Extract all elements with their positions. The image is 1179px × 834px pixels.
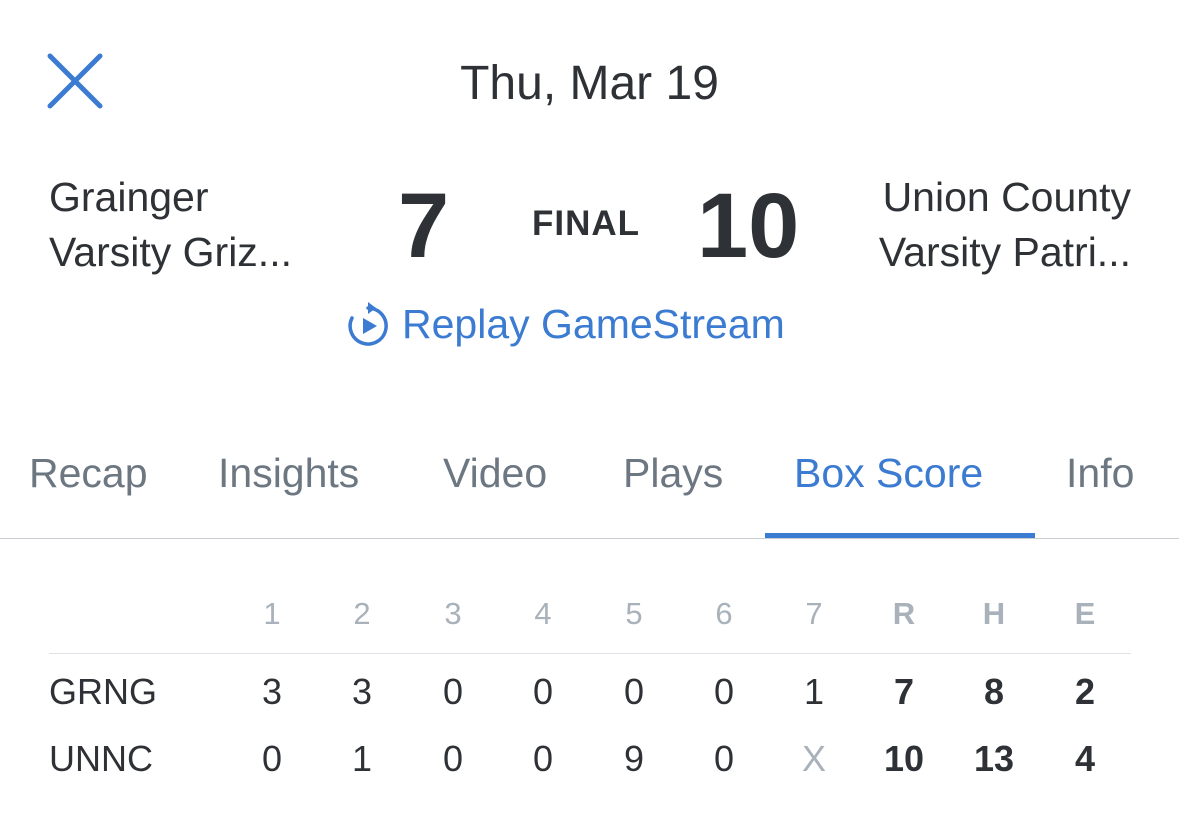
inning-score: 0 [442, 671, 464, 712]
home-team-name[interactable]: Union County Varsity Patri... [879, 170, 1131, 280]
away-team-name-line2: Varsity Griz... [49, 229, 292, 275]
inning-score: 3 [351, 671, 373, 712]
inning-score: 0 [442, 738, 464, 779]
tab-box-score[interactable]: Box Score [794, 450, 983, 497]
hits-total: 8 [983, 671, 1005, 712]
replay-icon [348, 302, 388, 346]
table-divider [49, 653, 1131, 654]
inning-score: 1 [803, 671, 825, 712]
tab-bar: Recap Insights Video Plays Box Score Inf… [0, 440, 1179, 539]
home-team-name-line2: Varsity Patri... [878, 229, 1131, 275]
header-inning-7: 7 [805, 596, 823, 631]
header-inning-3: 3 [444, 596, 462, 631]
errors-total: 2 [1074, 671, 1096, 712]
header-inning-6: 6 [715, 596, 733, 631]
away-score: 7 [398, 175, 450, 277]
row-team-label: GRNG [49, 671, 157, 712]
inning-score-not-played: X [801, 738, 827, 779]
header-inning-1: 1 [263, 596, 281, 631]
row-team-label: UNNC [49, 738, 153, 779]
away-team-name[interactable]: Grainger Varsity Griz... [49, 170, 292, 280]
errors-total: 4 [1074, 738, 1096, 779]
hits-total: 13 [973, 738, 1015, 779]
header-hits: H [982, 596, 1006, 631]
inning-score: 0 [713, 738, 735, 779]
home-team-name-line1: Union County [882, 174, 1131, 220]
inning-score: 0 [261, 738, 283, 779]
active-tab-indicator [765, 533, 1035, 538]
header-inning-2: 2 [353, 596, 371, 631]
game-date: Thu, Mar 19 [460, 57, 719, 110]
tab-video[interactable]: Video [443, 450, 547, 497]
header-inning-4: 4 [534, 596, 552, 631]
replay-gamestream-label: Replay GameStream [402, 300, 785, 347]
inning-score: 0 [713, 671, 735, 712]
tab-insights[interactable]: Insights [218, 450, 359, 497]
header-runs: R [892, 596, 916, 631]
home-score: 10 [697, 175, 800, 277]
replay-gamestream-button[interactable]: Replay GameStream [346, 300, 785, 348]
header-inning-5: 5 [625, 596, 643, 631]
inning-score: 1 [351, 738, 373, 779]
inning-score: 0 [532, 738, 554, 779]
box-score-table: 1 2 3 4 5 6 7 R H E GRNG 3 3 0 0 0 0 1 7… [0, 580, 1179, 820]
tab-info[interactable]: Info [1066, 450, 1134, 497]
inning-score: 0 [623, 671, 645, 712]
inning-score: 0 [532, 671, 554, 712]
inning-score: 9 [623, 738, 645, 779]
inning-score: 3 [261, 671, 283, 712]
header-errors: E [1074, 596, 1096, 631]
runs-total: 10 [883, 738, 925, 779]
tab-plays[interactable]: Plays [623, 450, 723, 497]
game-status: FINAL [532, 204, 641, 243]
away-team-name-line1: Grainger [49, 174, 209, 220]
tab-recap[interactable]: Recap [29, 450, 148, 497]
runs-total: 7 [893, 671, 915, 712]
